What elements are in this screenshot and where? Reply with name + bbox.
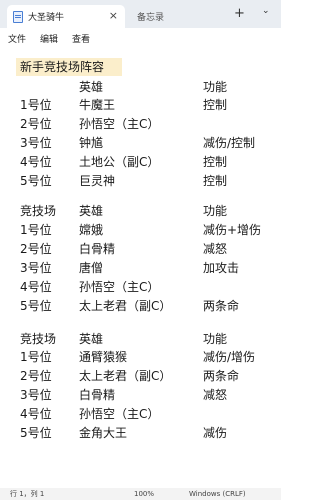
cell-hero: 牛魔王 [79, 98, 116, 112]
table-row: 2号位 白骨精 减怒 [0, 240, 281, 258]
menu-view[interactable]: 查看 [72, 32, 90, 45]
cell-hero: 英雄 [79, 332, 104, 346]
document-heading: 新手竞技场阵容 [16, 58, 122, 76]
tab-inactive[interactable]: 备忘录 [126, 5, 226, 28]
line-ending[interactable]: Windows (CRLF) [189, 488, 246, 500]
cell-position: 5号位 [20, 426, 52, 440]
table-row: 5号位 巨灵神 控制 [0, 172, 281, 190]
table-row: 5号位 太上老君（副C） 两条命 [0, 297, 281, 315]
table-row: 4号位 孙悟空（主C） [0, 405, 281, 423]
cell-position: 竞技场 [20, 332, 57, 346]
text-editor[interactable]: 新手竞技场阵容 英雄 功能 1号位 牛魔王 控制 2号位 孙悟空（主C） 3号位… [0, 48, 281, 488]
cell-function: 两条命 [203, 299, 240, 313]
cell-hero: 嫦娥 [79, 223, 104, 237]
cell-function: 减伤/增伤 [203, 350, 256, 364]
tab-active[interactable]: 大圣骑牛 × [7, 5, 125, 28]
cell-function: 两条命 [203, 369, 240, 383]
table-row: 1号位 通臂猿猴 减伤/增伤 [0, 348, 281, 366]
cell-position: 5号位 [20, 174, 52, 188]
menu-file[interactable]: 文件 [8, 32, 26, 45]
cell-position: 竞技场 [20, 204, 57, 218]
table-row: 2号位 太上老君（副C） 两条命 [0, 367, 281, 385]
cell-position: 4号位 [20, 280, 52, 294]
cell-hero: 通臂猿猴 [79, 350, 128, 364]
cell-hero: 巨灵神 [79, 174, 116, 188]
cell-position: 2号位 [20, 242, 52, 256]
cell-hero: 钟馗 [79, 136, 104, 150]
table-row: 4号位 土地公（副C） 控制 [0, 153, 281, 171]
cell-function: 功能 [203, 80, 228, 94]
cell-function: 减伤+增伤 [203, 223, 262, 237]
cursor-position: 行 1，列 1 [10, 490, 45, 498]
tab-title: 备忘录 [137, 13, 165, 23]
cell-position: 1号位 [20, 98, 52, 112]
cell-position: 3号位 [20, 136, 52, 150]
cell-position: 1号位 [20, 223, 52, 237]
cell-function: 控制 [203, 155, 228, 169]
chevron-down-icon[interactable]: ⌄ [262, 6, 270, 16]
cell-hero: 英雄 [79, 80, 104, 94]
new-tab-button[interactable]: + [234, 6, 245, 21]
cell-position: 4号位 [20, 155, 52, 169]
table-row: 3号位 唐僧 加攻击 [0, 259, 281, 277]
close-tab-icon[interactable]: × [109, 9, 118, 22]
cell-position: 3号位 [20, 261, 52, 275]
section-header-row: 竞技场 英雄 功能 [0, 330, 281, 348]
cell-function: 控制 [203, 98, 228, 112]
cell-hero: 白骨精 [79, 388, 116, 402]
cell-function: 加攻击 [203, 261, 240, 275]
cell-hero: 金角大王 [79, 426, 128, 440]
table-row: 1号位 牛魔王 控制 [0, 96, 281, 114]
cell-position: 4号位 [20, 407, 52, 421]
cell-hero: 孙悟空（主C） [79, 280, 160, 294]
table-row: 5号位 金角大王 减伤 [0, 424, 281, 442]
section-header-row: 英雄 功能 [0, 78, 281, 96]
document-icon [13, 10, 23, 23]
cell-function: 减伤/控制 [203, 136, 256, 150]
table-row: 1号位 嫦娥 减伤+增伤 [0, 221, 281, 239]
cell-hero: 土地公（副C） [79, 155, 160, 169]
cell-hero: 太上老君（副C） [79, 369, 172, 383]
table-row: 4号位 孙悟空（主C） [0, 278, 281, 296]
cell-function: 功能 [203, 332, 228, 346]
zoom-level[interactable]: 100% [134, 488, 154, 500]
table-row: 2号位 孙悟空（主C） [0, 115, 281, 133]
cell-position: 2号位 [20, 369, 52, 383]
cell-function: 减怒 [203, 242, 228, 256]
cell-hero: 英雄 [79, 204, 104, 218]
table-row: 3号位 钟馗 减伤/控制 [0, 134, 281, 152]
cell-function: 减伤 [203, 426, 228, 440]
title-bar: 大圣骑牛 × 备忘录 + ⌄ [0, 0, 281, 28]
menu-edit[interactable]: 编辑 [40, 32, 58, 45]
cell-position: 5号位 [20, 299, 52, 313]
menu-bar: 文件 编辑 查看 [0, 28, 281, 48]
section-header-row: 竞技场 英雄 功能 [0, 202, 281, 220]
cell-function: 减怒 [203, 388, 228, 402]
table-row: 3号位 白骨精 减怒 [0, 386, 281, 404]
tab-title: 大圣骑牛 [28, 13, 65, 23]
cell-hero: 白骨精 [79, 242, 116, 256]
cell-hero: 孙悟空（主C） [79, 407, 160, 421]
cell-position: 1号位 [20, 350, 52, 364]
cell-position: 3号位 [20, 388, 52, 402]
cell-function: 控制 [203, 174, 228, 188]
cell-hero: 孙悟空（主C） [79, 117, 160, 131]
cell-hero: 唐僧 [79, 261, 104, 275]
status-bar: 行 1，列 1 100% Windows (CRLF) [0, 488, 281, 500]
cell-position: 2号位 [20, 117, 52, 131]
cell-hero: 太上老君（副C） [79, 299, 172, 313]
cell-function: 功能 [203, 204, 228, 218]
